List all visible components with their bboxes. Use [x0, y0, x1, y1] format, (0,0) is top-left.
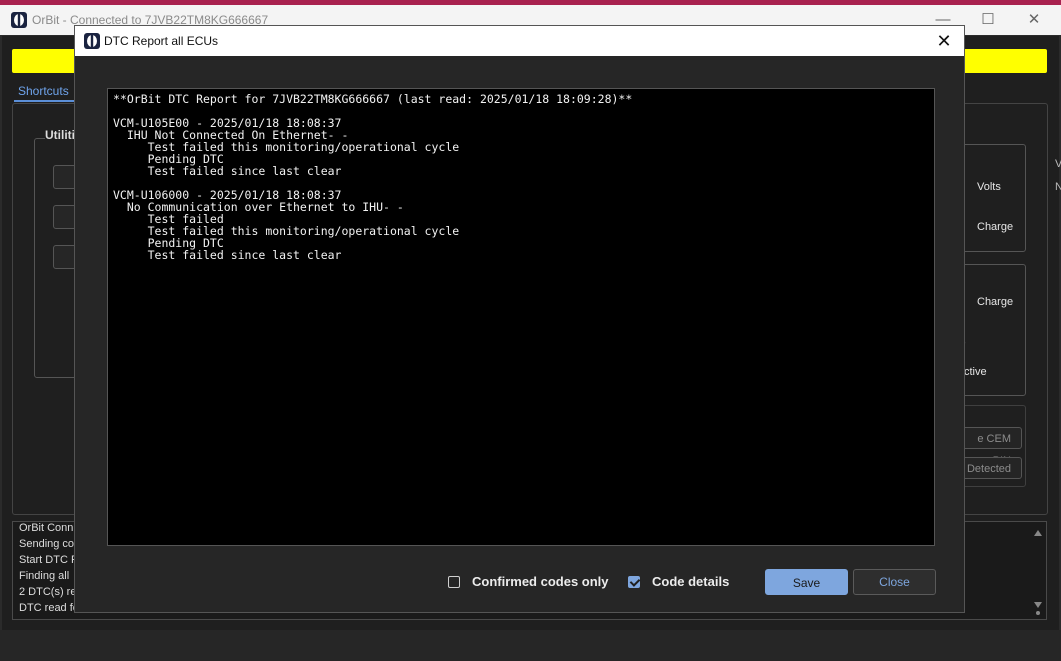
log-line: 2 DTC(s) re	[19, 586, 77, 598]
maximize-button[interactable]: ☐	[973, 9, 1003, 31]
utilities-label: Utiliti	[45, 128, 77, 142]
dialog-title: DTC Report all ECUs	[104, 34, 219, 48]
code-details-checkbox[interactable]	[628, 575, 640, 588]
log-scrollbar[interactable]	[1032, 526, 1044, 616]
confirmed-codes-only-checkbox[interactable]	[448, 575, 460, 588]
active-label: ctive	[964, 366, 987, 378]
dtc-report-text[interactable]: **OrBit DTC Report for 7JVB22TM8KG666667…	[107, 88, 935, 546]
log-line: Sending co	[19, 538, 75, 550]
log-line: DTC read fo	[19, 602, 79, 614]
report-line: No Communication over Ethernet to IHU- -	[113, 200, 404, 214]
report-line: Test failed since last clear	[113, 248, 342, 262]
cem-pin-button[interactable]: e CEM PIN	[962, 427, 1022, 467]
confirmed-codes-only-label[interactable]: Confirmed codes only	[472, 574, 609, 589]
detected-button[interactable]: Detected	[962, 457, 1022, 479]
window-close-button[interactable]: ✕	[1019, 9, 1049, 31]
dialog-close-icon[interactable]: ✕	[932, 29, 956, 53]
report-line: Test failed this monitoring/operational …	[113, 140, 460, 154]
log-line: Finding all	[19, 570, 70, 582]
dialog-titlebar: DTC Report all ECUs ✕	[75, 26, 964, 56]
close-button[interactable]: Close	[853, 569, 936, 595]
volts-label: Volts	[977, 181, 1001, 193]
orbit-logo-icon	[11, 12, 27, 28]
charge-label: Charge	[977, 221, 1014, 233]
dtc-report-dialog: DTC Report all ECUs ✕ **OrBit DTC Report…	[74, 25, 965, 613]
save-button[interactable]: Save	[765, 569, 848, 595]
log-line: OrBit Conn	[19, 522, 74, 534]
edge-text: N	[1055, 181, 1061, 193]
report-line: Test failed since last clear	[113, 164, 342, 178]
report-line: Test failed this monitoring/operational …	[113, 224, 460, 238]
code-details-label[interactable]: Code details	[652, 574, 729, 589]
tab-shortcuts[interactable]: Shortcuts	[14, 80, 74, 102]
log-line: Start DTC R	[19, 554, 79, 566]
battery-group	[960, 144, 1026, 252]
edge-text: V	[1055, 158, 1061, 170]
status-bar	[0, 630, 1061, 661]
report-line: **OrBit DTC Report for 7JVB22TM8KG666667…	[113, 92, 633, 106]
confirmed-codes-only-option[interactable]: Confirmed codes only	[448, 574, 609, 589]
charge-label: Charge	[977, 296, 1014, 308]
code-details-option[interactable]: Code details	[628, 574, 729, 589]
orbit-logo-icon	[84, 33, 100, 49]
